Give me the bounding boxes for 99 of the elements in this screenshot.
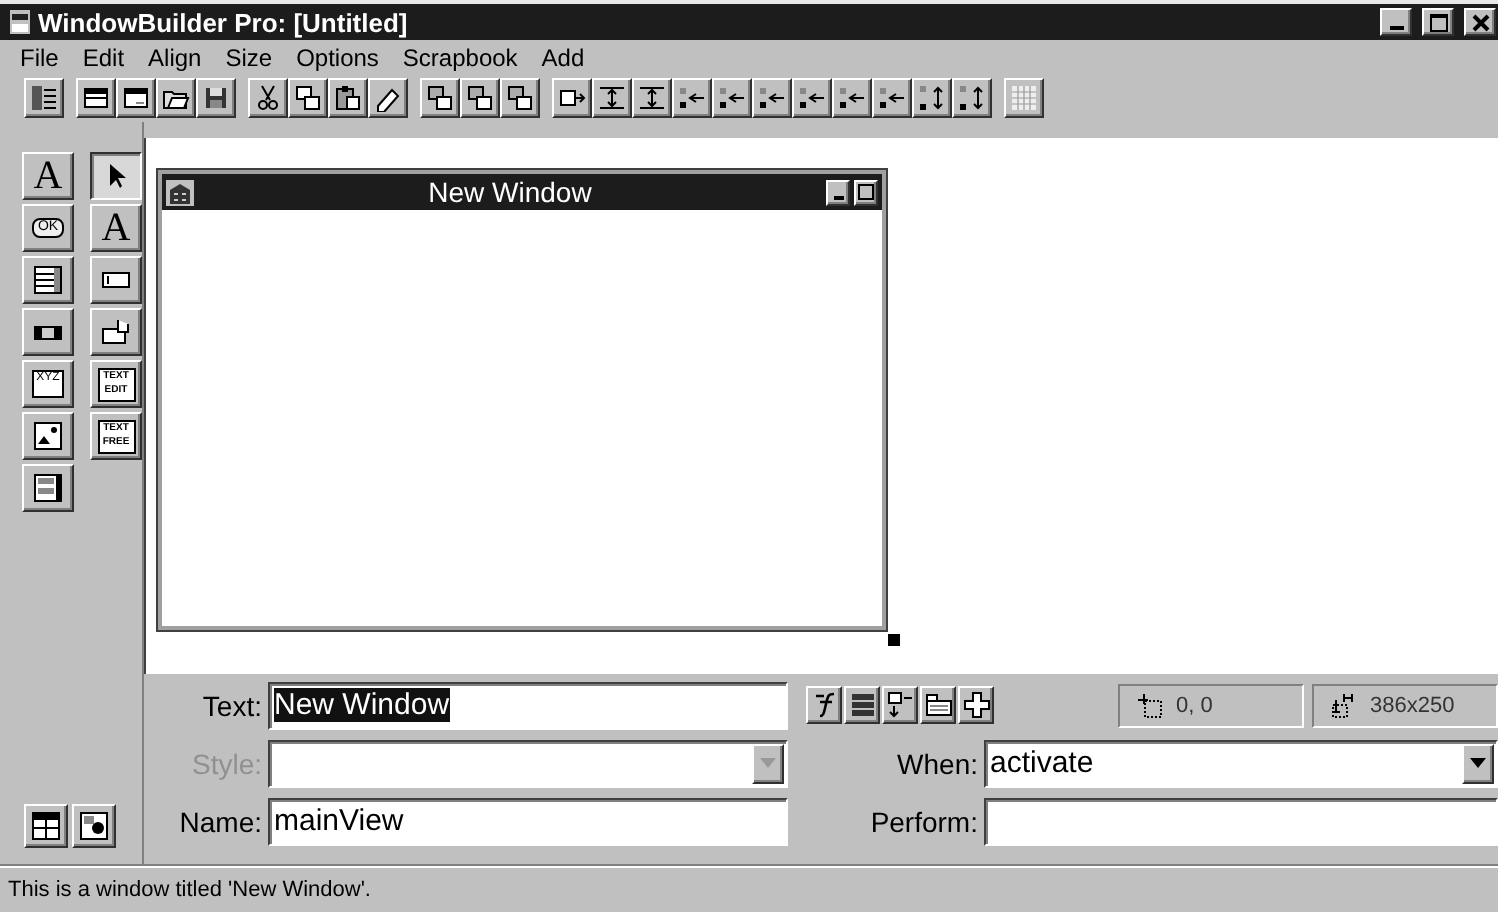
maximize-button[interactable] bbox=[854, 179, 878, 205]
layers-icon bbox=[506, 84, 534, 112]
toolbar-button[interactable] bbox=[912, 78, 952, 118]
position-icon bbox=[1136, 691, 1164, 719]
toolbar-button[interactable] bbox=[196, 78, 236, 118]
minimize-button[interactable] bbox=[826, 179, 850, 205]
grid-icon bbox=[1010, 84, 1038, 112]
field-label: Name: bbox=[177, 805, 264, 837]
align-icon bbox=[838, 84, 866, 112]
toolbar-button[interactable] bbox=[368, 78, 408, 118]
menu-item[interactable]: Add bbox=[529, 43, 597, 71]
menu-item[interactable]: Align bbox=[136, 43, 214, 71]
toolbar-button[interactable] bbox=[500, 78, 540, 118]
toolbar-button[interactable] bbox=[592, 78, 632, 118]
toolbar-button[interactable] bbox=[72, 804, 116, 848]
toolbar-button[interactable] bbox=[952, 78, 992, 118]
window-title: WindowBuilder Pro: [Untitled] bbox=[38, 7, 408, 37]
toolbar-button[interactable] bbox=[248, 78, 288, 118]
toolbar-button[interactable] bbox=[958, 686, 994, 724]
spacing-icon bbox=[598, 84, 626, 112]
toolbar-button[interactable] bbox=[712, 78, 752, 118]
toolbar-button[interactable] bbox=[76, 78, 116, 118]
eraser-icon bbox=[374, 84, 402, 112]
position-value: 0, 0 bbox=[1176, 693, 1213, 717]
picture-icon bbox=[32, 420, 64, 452]
listbox-icon bbox=[32, 472, 64, 504]
toolbar-button[interactable] bbox=[552, 78, 592, 118]
insert-icon bbox=[558, 84, 586, 112]
close-icon bbox=[1467, 9, 1493, 35]
menu-item[interactable]: Edit bbox=[70, 43, 137, 71]
window-icon bbox=[30, 810, 62, 842]
toolbar-button[interactable] bbox=[420, 78, 460, 118]
toolbar-button[interactable] bbox=[1004, 78, 1044, 118]
align-icon bbox=[678, 84, 706, 112]
minimize-icon bbox=[1389, 26, 1403, 30]
align-icon bbox=[718, 84, 746, 112]
distribute-icon bbox=[918, 84, 946, 112]
name-field[interactable]: mainView bbox=[268, 797, 788, 845]
align-icon bbox=[798, 84, 826, 112]
menu-item[interactable]: Size bbox=[213, 43, 285, 71]
distribute-icon bbox=[958, 84, 986, 112]
field-label: When: bbox=[895, 747, 980, 779]
scissors-icon bbox=[254, 84, 282, 112]
toolbar-button[interactable] bbox=[156, 78, 196, 118]
designed-window[interactable]: New Window bbox=[158, 170, 886, 630]
toolbar-button[interactable] bbox=[460, 78, 500, 118]
field-label: Perform: bbox=[868, 805, 980, 837]
toolbar-button[interactable] bbox=[806, 686, 842, 724]
text-field[interactable]: New Window bbox=[268, 681, 788, 729]
resize-handle[interactable] bbox=[888, 634, 900, 646]
minimize-button[interactable] bbox=[1380, 8, 1412, 36]
menu-item[interactable]: File bbox=[8, 43, 71, 71]
caret-icon bbox=[760, 758, 776, 768]
toolbar-button[interactable] bbox=[116, 78, 156, 118]
maximize-button[interactable] bbox=[1422, 8, 1454, 36]
window-title: New Window bbox=[426, 176, 594, 208]
toolbar-button[interactable] bbox=[832, 78, 872, 118]
status-bar: This is a window titled 'New Window'. bbox=[0, 864, 1498, 912]
building-icon bbox=[166, 179, 194, 205]
toolbar-button[interactable] bbox=[24, 78, 64, 118]
when-dropdown[interactable]: activate bbox=[984, 739, 1498, 787]
toolbar-button[interactable] bbox=[844, 686, 880, 724]
tool-button[interactable] bbox=[90, 152, 142, 200]
tree-icon bbox=[30, 84, 58, 112]
toolbar-button[interactable] bbox=[672, 78, 712, 118]
list-icon bbox=[32, 264, 64, 296]
toolbar-button[interactable] bbox=[752, 78, 792, 118]
minimize-icon bbox=[833, 195, 843, 199]
spacing-icon bbox=[638, 84, 666, 112]
tool-button[interactable]: A bbox=[22, 152, 74, 200]
toolbar-button[interactable] bbox=[920, 686, 956, 724]
size-value: 386x250 bbox=[1370, 693, 1455, 717]
paste-icon bbox=[334, 84, 362, 112]
menu-item[interactable]: Options bbox=[284, 43, 391, 71]
caret-icon bbox=[1470, 758, 1486, 768]
layers-icon bbox=[466, 84, 494, 112]
align-icon bbox=[758, 84, 786, 112]
toolbar-button[interactable] bbox=[792, 78, 832, 118]
perform-field[interactable] bbox=[984, 797, 1498, 845]
toolbar-button[interactable] bbox=[328, 78, 368, 118]
lines-icon bbox=[847, 690, 877, 720]
tool-button[interactable]: A bbox=[90, 204, 142, 252]
menu-item[interactable]: Scrapbook bbox=[390, 43, 530, 71]
plus-icon bbox=[961, 690, 991, 720]
toolbar-button[interactable] bbox=[288, 78, 328, 118]
align-icon bbox=[878, 84, 906, 112]
toolbar-button[interactable] bbox=[632, 78, 672, 118]
copy-icon bbox=[294, 84, 322, 112]
close-button[interactable] bbox=[1464, 8, 1496, 36]
maximize-icon bbox=[858, 184, 874, 200]
app-icon bbox=[10, 10, 30, 34]
field-label: Text: bbox=[200, 689, 264, 721]
size-icon bbox=[1330, 691, 1358, 719]
toolbar-button[interactable] bbox=[24, 804, 68, 848]
window-icon bbox=[82, 84, 110, 112]
layers-icon bbox=[426, 84, 454, 112]
toolbar-button[interactable] bbox=[882, 686, 918, 724]
toolbar-button[interactable] bbox=[872, 78, 912, 118]
frame-icon bbox=[122, 84, 150, 112]
